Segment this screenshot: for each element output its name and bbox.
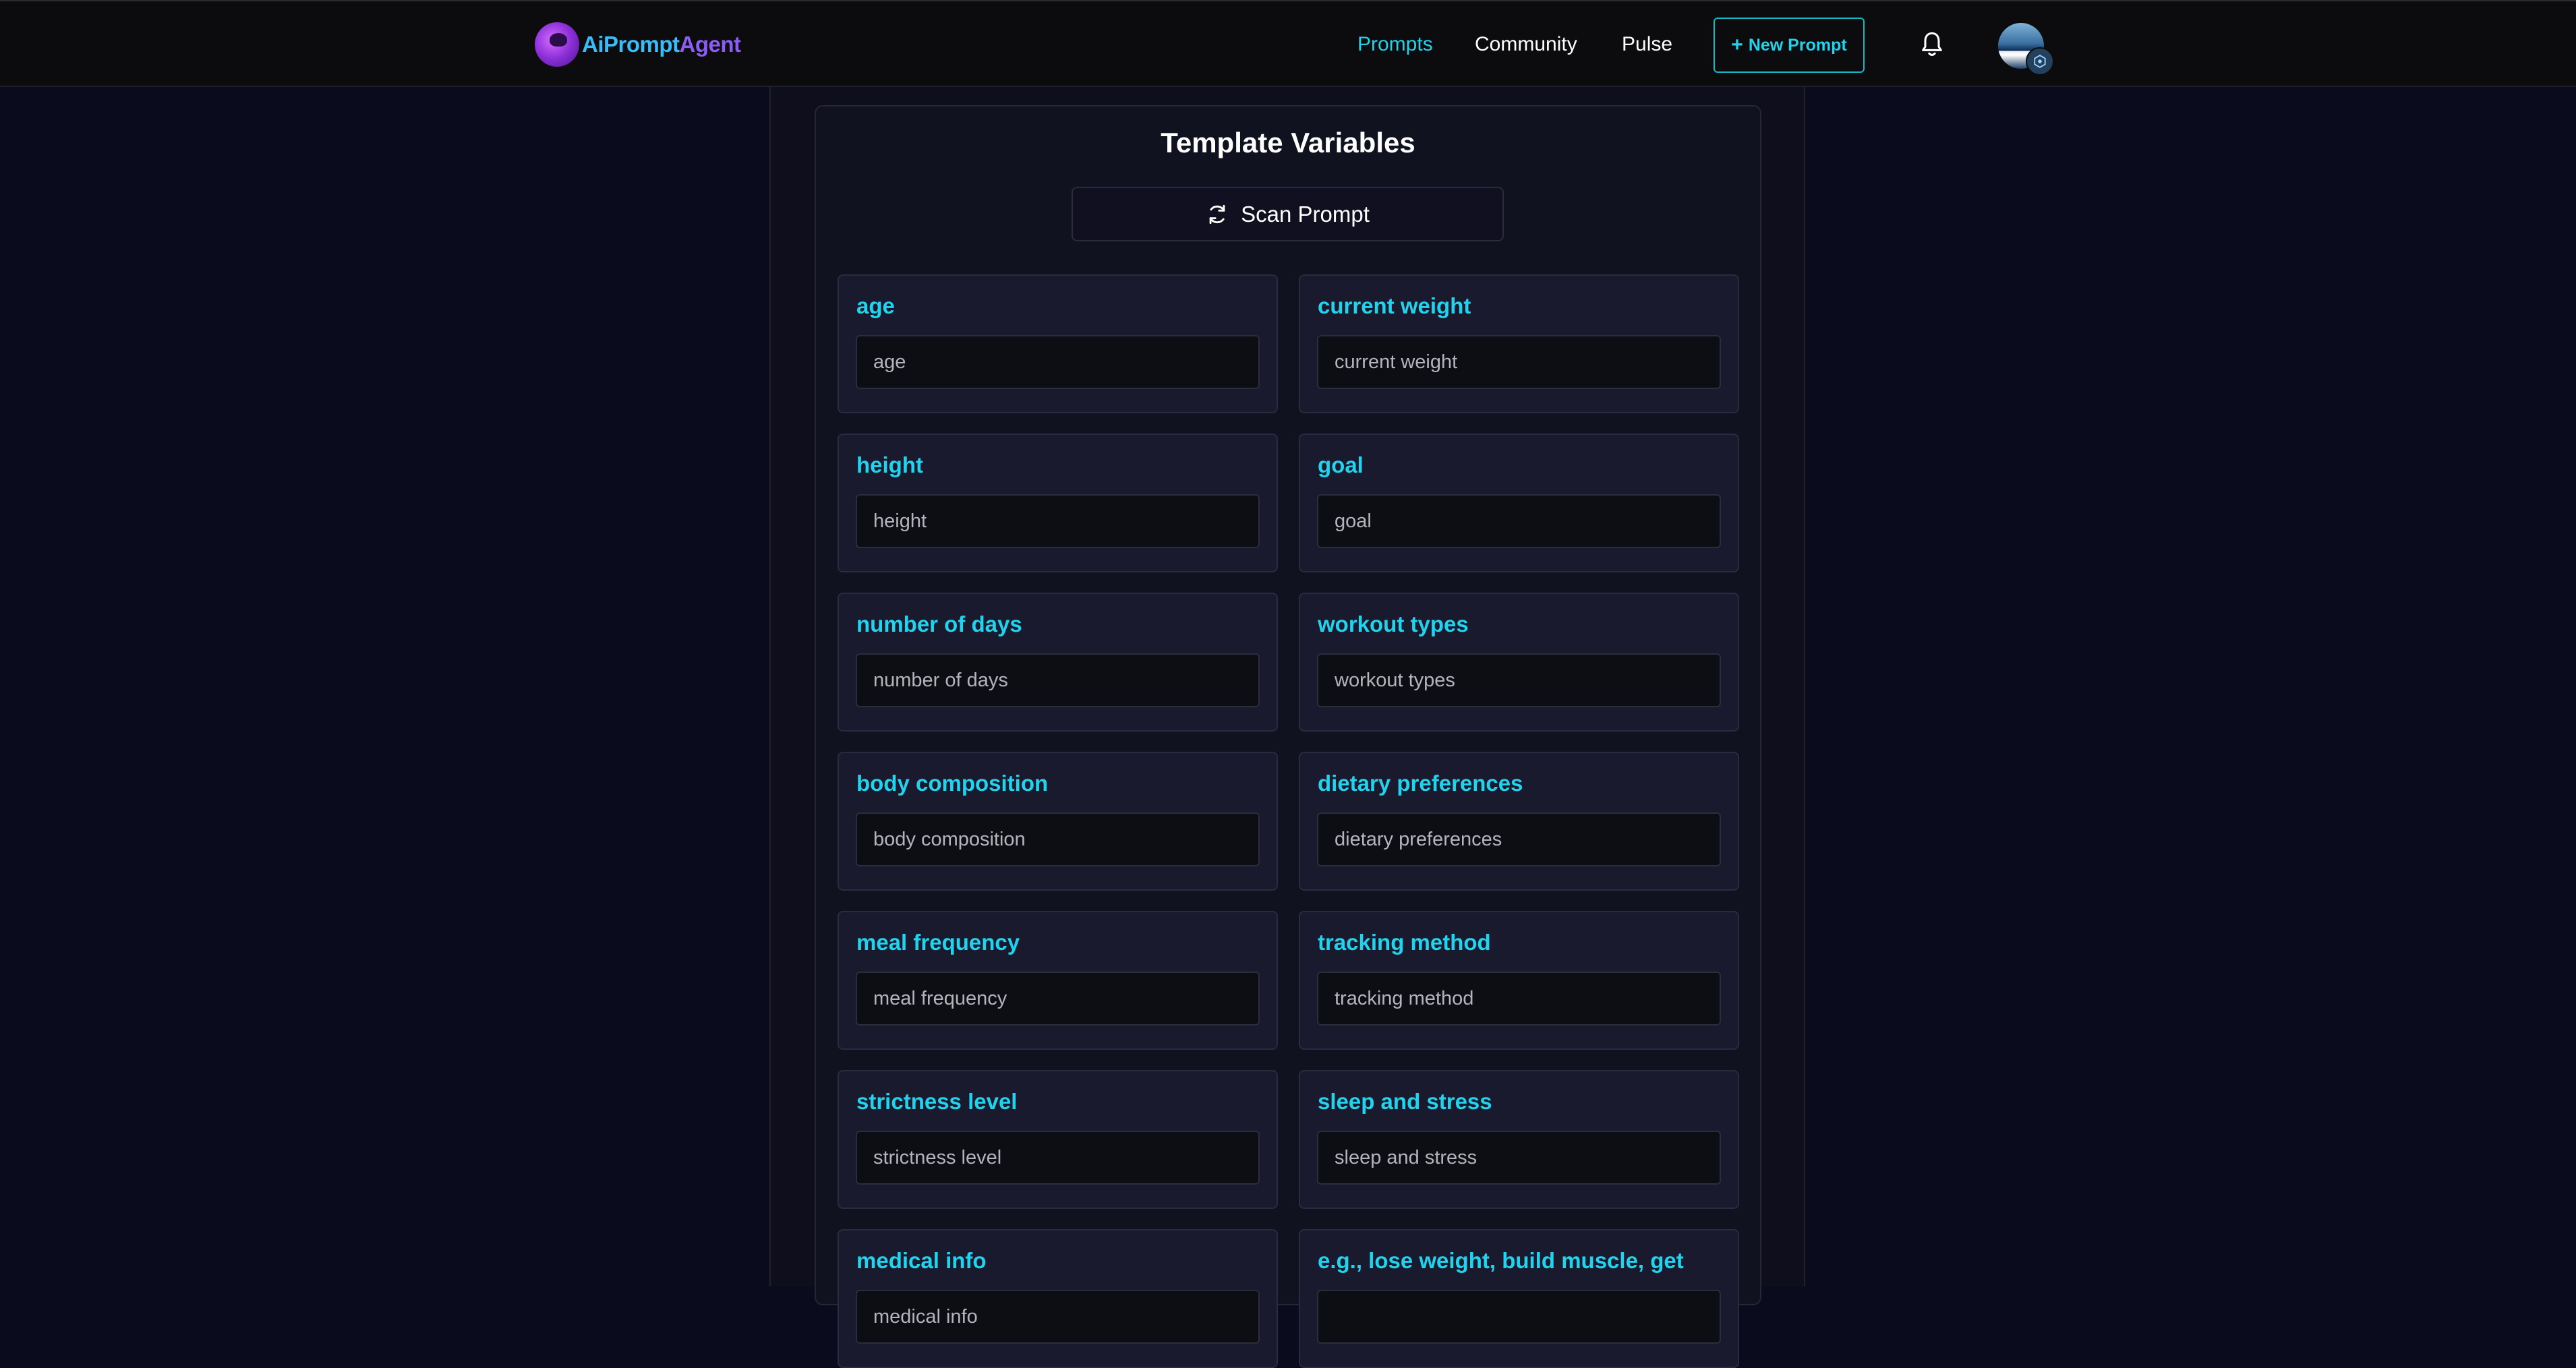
scan-prompt-button[interactable]: Scan Prompt xyxy=(1072,187,1504,241)
plus-icon: + xyxy=(1731,34,1743,56)
variable-label: height xyxy=(856,452,923,477)
top-navigation-bar: AiPromptAgent Prompts Community Pulse + … xyxy=(0,0,2576,87)
variable-card: medical info xyxy=(838,1229,1278,1368)
variable-input[interactable] xyxy=(856,972,1260,1025)
variable-input[interactable] xyxy=(856,1131,1260,1185)
variable-label: age xyxy=(856,293,895,318)
variable-card: meal frequency xyxy=(838,911,1278,1050)
new-prompt-label: New Prompt xyxy=(1748,35,1847,55)
variable-input[interactable] xyxy=(856,335,1260,389)
eagle-logo-icon xyxy=(535,22,579,67)
variable-label: e.g., lose weight, build muscle, get xyxy=(1318,1248,1684,1273)
variable-card: goal xyxy=(1299,434,1739,572)
variable-input[interactable] xyxy=(856,494,1260,548)
variable-card: workout types xyxy=(1299,593,1739,732)
variable-label: goal xyxy=(1318,452,1364,477)
variable-label: meal frequency xyxy=(856,930,1020,955)
variable-input[interactable] xyxy=(856,812,1260,866)
scan-prompt-label: Scan Prompt xyxy=(1241,201,1370,227)
nav-link-prompts[interactable]: Prompts xyxy=(1357,28,1433,61)
variable-input[interactable] xyxy=(1317,494,1721,548)
logo[interactable]: AiPromptAgent xyxy=(535,20,741,69)
variable-label: tracking method xyxy=(1318,930,1491,955)
variable-card: sleep and stress xyxy=(1299,1070,1739,1209)
variable-input[interactable] xyxy=(1317,1131,1721,1185)
bell-icon[interactable] xyxy=(1919,30,1945,59)
variable-label: current weight xyxy=(1318,293,1471,318)
variable-card: strictness level xyxy=(838,1070,1278,1209)
variable-card: height xyxy=(838,434,1278,572)
panel-title: Template Variables xyxy=(1161,127,1415,158)
variable-input[interactable] xyxy=(1317,812,1721,866)
variable-label: body composition xyxy=(856,771,1049,796)
badge-icon xyxy=(2026,47,2054,76)
variable-input[interactable] xyxy=(856,653,1260,707)
nav-link-community[interactable]: Community xyxy=(1475,28,1577,61)
variable-card: dietary preferences xyxy=(1299,752,1739,891)
variable-label: number of days xyxy=(856,612,1022,636)
variable-label: dietary preferences xyxy=(1318,771,1523,796)
variable-card: tracking method xyxy=(1299,911,1739,1050)
refresh-icon xyxy=(1209,204,1225,224)
variable-label: medical info xyxy=(856,1248,987,1273)
variable-input[interactable] xyxy=(1317,1290,1721,1344)
logo-text: AiPromptAgent xyxy=(582,32,741,57)
variable-label: sleep and stress xyxy=(1318,1089,1492,1114)
variable-input[interactable] xyxy=(1317,972,1721,1025)
variable-card: number of days xyxy=(838,593,1278,732)
variable-label: workout types xyxy=(1318,612,1469,636)
variable-input[interactable] xyxy=(856,1290,1260,1344)
variable-card: body composition xyxy=(838,752,1278,891)
variable-card: e.g., lose weight, build muscle, get xyxy=(1299,1229,1739,1368)
variable-label: strictness level xyxy=(856,1089,1018,1114)
variable-card: current weight xyxy=(1299,274,1739,413)
variable-card: age xyxy=(838,274,1278,413)
variable-input[interactable] xyxy=(1317,653,1721,707)
new-prompt-button[interactable]: + New Prompt xyxy=(1714,18,1865,73)
nav-link-pulse[interactable]: Pulse xyxy=(1622,28,1672,61)
variable-input[interactable] xyxy=(1317,335,1721,389)
